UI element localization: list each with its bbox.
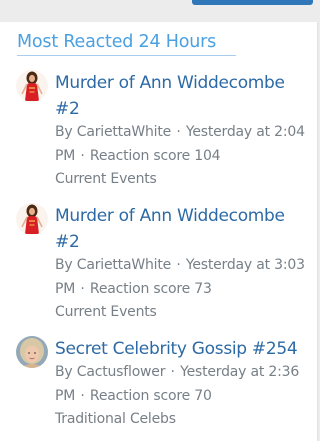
thread-meta: By CariettaWhite · Yesterday at 2:04 PM …	[55, 121, 307, 192]
meta-separator: ·	[170, 364, 175, 380]
blonde-woman-photo-avatar-icon[interactable]	[16, 336, 48, 368]
thread-meta: By Cactusflower · Yesterday at 2:36 PM ·…	[55, 361, 307, 432]
thread-title-link[interactable]: Murder of Ann Widdecombe #2	[55, 203, 307, 255]
thread-title-link[interactable]: Secret Celebrity Gossip #254	[55, 336, 307, 362]
meta-separator: ·	[80, 280, 85, 297]
forum-link[interactable]: Traditional Celebs	[55, 408, 307, 432]
author-prefix: By	[55, 257, 73, 273]
reaction-score-label: Reaction score	[89, 147, 190, 164]
woman-in-red-dress-avatar-icon[interactable]	[16, 203, 48, 235]
widget-title[interactable]: Most Reacted 24 Hours	[17, 32, 216, 52]
reaction-score-value: 104	[194, 147, 221, 164]
author-link[interactable]: CariettaWhite	[77, 257, 171, 273]
meta-separator: ·	[176, 124, 181, 140]
top-action-button[interactable]	[192, 0, 313, 5]
reaction-score-label: Reaction score	[89, 280, 190, 297]
most-reacted-widget: Most Reacted 24 Hours Murder of Ann Widd…	[0, 22, 318, 441]
author-link[interactable]: CariettaWhite	[77, 124, 171, 140]
forum-link[interactable]: Current Events	[55, 168, 307, 192]
thread-title-link[interactable]: Murder of Ann Widdecombe #2	[55, 70, 307, 122]
woman-in-red-dress-avatar-icon[interactable]	[16, 70, 48, 102]
reaction-score-value: 73	[194, 280, 212, 297]
author-prefix: By	[55, 124, 73, 140]
meta-separator: ·	[80, 147, 85, 164]
reaction-score-label: Reaction score	[89, 387, 190, 404]
reaction-score-value: 70	[194, 387, 212, 404]
author-link[interactable]: Cactusflower	[77, 364, 166, 380]
forum-link[interactable]: Current Events	[55, 301, 307, 325]
author-prefix: By	[55, 364, 73, 380]
title-underline	[17, 55, 236, 56]
meta-separator: ·	[80, 387, 85, 404]
meta-separator: ·	[176, 257, 181, 273]
thread-meta: By CariettaWhite · Yesterday at 3:03 PM …	[55, 254, 307, 325]
